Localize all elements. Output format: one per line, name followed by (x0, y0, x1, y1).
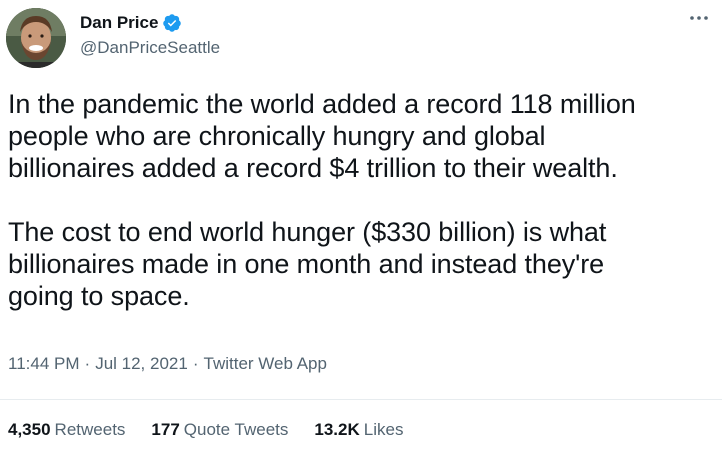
likes-label: Likes (363, 420, 404, 439)
divider (0, 399, 722, 400)
quote-tweets-label: Quote Tweets (183, 420, 289, 439)
meta-separator: · (192, 354, 199, 373)
tweet-paragraph-1: In the pandemic the world added a record… (8, 89, 636, 183)
author-name[interactable]: Dan Price (80, 13, 158, 33)
avatar-image (6, 8, 66, 68)
likes-stat[interactable]: 13.2K Likes (314, 420, 403, 440)
author-name-row: Dan Price (80, 12, 182, 34)
retweets-label: Retweets (54, 420, 126, 439)
tweet-source[interactable]: Twitter Web App (204, 354, 327, 373)
verified-badge-icon (162, 13, 182, 33)
retweets-count: 4,350 (8, 420, 51, 439)
tweet-card: Dan Price @DanPriceSeattle In the pandem… (0, 0, 722, 452)
tweet-text: In the pandemic the world added a record… (8, 88, 713, 312)
more-horizontal-icon[interactable] (686, 8, 712, 28)
engagement-stats: 4,350 Retweets 177 Quote Tweets 13.2K Likes (8, 420, 429, 440)
avatar[interactable] (6, 8, 66, 68)
quote-tweets-count: 177 (151, 420, 180, 439)
likes-count: 13.2K (314, 420, 360, 439)
tweet-date[interactable]: Jul 12, 2021 (95, 354, 188, 373)
tweet-paragraph-2: The cost to end world hunger ($330 billi… (8, 217, 607, 311)
author-handle[interactable]: @DanPriceSeattle (80, 38, 220, 58)
tweet-meta: 11:44 PM · Jul 12, 2021 · Twitter Web App (8, 354, 327, 374)
meta-separator: · (84, 354, 91, 373)
quote-tweets-stat[interactable]: 177 Quote Tweets (151, 420, 288, 440)
retweets-stat[interactable]: 4,350 Retweets (8, 420, 125, 440)
tweet-time[interactable]: 11:44 PM (8, 354, 80, 373)
